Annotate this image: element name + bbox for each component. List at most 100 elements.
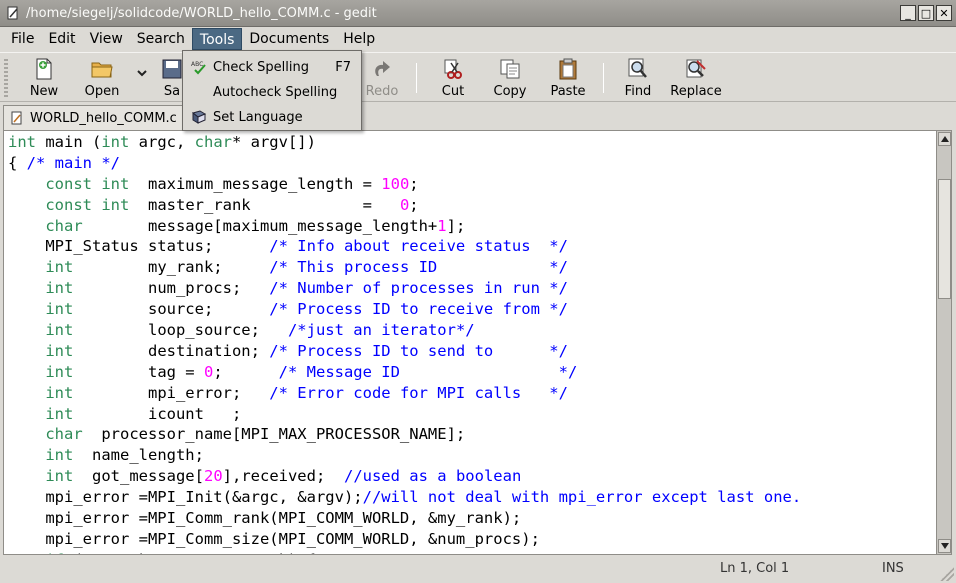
code-token: tag = — [73, 362, 204, 381]
save-button-label: Sa — [163, 84, 181, 99]
redo-button[interactable]: Redo — [364, 57, 400, 101]
replace-button[interactable]: Replace — [670, 57, 722, 101]
tab-world-hello-comm[interactable]: WORLD_hello_COMM.c — [3, 105, 188, 130]
menu-help[interactable]: Help — [336, 28, 382, 50]
code-token: num_procs; — [73, 279, 270, 298]
folder-icon — [91, 62, 113, 78]
cut-button[interactable]: Cut — [437, 57, 469, 101]
code-line: MPI_Status status; /* Info about receive… — [8, 236, 801, 257]
code-line: int got_message[20],received; //used as … — [8, 466, 801, 487]
code-token: destination; — [73, 341, 270, 360]
toolbar-grip[interactable] — [4, 59, 8, 97]
code-token: 100 — [381, 174, 410, 193]
resize-grip[interactable] — [940, 567, 954, 581]
copy-icon — [500, 59, 520, 79]
menu-item-check-spelling[interactable]: ABC Check Spelling F7 — [183, 55, 361, 79]
cut-button-label: Cut — [441, 84, 465, 99]
menu-view[interactable]: View — [83, 28, 130, 50]
scissors-icon — [444, 59, 462, 79]
chevron-down-icon — [137, 70, 147, 77]
open-button[interactable]: Open — [83, 57, 121, 101]
code-token: maximum_message_length = — [129, 174, 382, 193]
code-line: int tag = 0; /* Message ID */ — [8, 362, 801, 383]
vertical-scrollbar[interactable] — [936, 130, 952, 555]
menu-edit[interactable]: Edit — [41, 28, 82, 50]
check-spelling-label: Check Spelling — [213, 59, 309, 75]
menu-bar: File Edit View Search Tools Documents He… — [0, 27, 956, 51]
code-token: message[maximum_message_length+ — [82, 216, 438, 235]
code-token: * argv[]) — [231, 133, 316, 151]
scroll-down-button[interactable] — [938, 539, 951, 553]
code-content: int main (int argc, char* argv[]){ /* ma… — [8, 132, 801, 554]
code-line: const int maximum_message_length = 100; — [8, 174, 801, 195]
code-token: mpi_error =MPI_Comm_size(MPI_COMM_WORLD,… — [8, 529, 540, 548]
code-token: /* Process ID to send to */ — [269, 341, 568, 360]
paste-button-label: Paste — [550, 84, 586, 99]
menu-file[interactable]: File — [4, 28, 41, 50]
menu-item-autocheck-spelling[interactable]: Autocheck Spelling — [183, 80, 361, 104]
cursor-position: Ln 1, Col 1 — [720, 561, 790, 576]
scroll-up-button[interactable] — [938, 132, 951, 146]
new-button-label: New — [29, 84, 59, 99]
text-editor[interactable]: int main (int argc, char* argv[]){ /* ma… — [3, 130, 937, 555]
scrollbar-thumb[interactable] — [938, 179, 951, 299]
code-line: char processor_name[MPI_MAX_PROCESSOR_NA… — [8, 424, 801, 445]
code-token: if — [45, 551, 64, 554]
code-token: 0 — [399, 195, 410, 214]
replace-button-label: Replace — [670, 84, 722, 99]
code-line: { /* main */ — [8, 153, 801, 174]
code-line: mpi_error =MPI_Comm_size(MPI_COMM_WORLD,… — [8, 529, 801, 550]
maximize-button[interactable]: □ — [918, 5, 934, 21]
menu-tools[interactable]: Tools — [191, 28, 243, 50]
code-token: int — [45, 383, 74, 402]
code-token: //used as a boolean — [343, 467, 522, 486]
code-token: /* This process ID */ — [269, 258, 568, 277]
minimize-button[interactable]: _ — [900, 5, 916, 21]
spell-check-icon: ABC — [191, 61, 206, 75]
code-token: int — [45, 341, 74, 360]
new-document-icon — [36, 58, 52, 80]
code-token: int — [45, 279, 74, 298]
code-token: int — [101, 133, 130, 151]
new-button[interactable]: New — [26, 57, 62, 101]
gedit-app-icon — [7, 6, 18, 20]
menu-item-set-language[interactable]: Set Language — [183, 105, 361, 129]
code-token: name_length; — [73, 446, 204, 465]
tools-menu: ABC Check Spelling F7 Autocheck Spelling… — [182, 50, 362, 131]
code-token: int — [45, 258, 74, 277]
code-line: if (my_rank != master_rank) { — [8, 550, 801, 554]
title-bar: /home/siegelj/solidcode/WORLD_hello_COMM… — [0, 0, 956, 27]
copy-button-label: Copy — [493, 84, 527, 99]
toolbar-separator-2 — [603, 63, 604, 93]
redo-button-label: Redo — [365, 84, 399, 99]
code-token: { — [8, 153, 27, 172]
code-line: int my_rank; /* This process ID */ — [8, 257, 801, 278]
code-token: ; — [409, 174, 419, 193]
close-button[interactable]: ✕ — [936, 5, 952, 21]
code-token: 20 — [203, 467, 223, 486]
find-button[interactable]: Find — [622, 57, 654, 101]
find-icon — [628, 58, 647, 78]
menu-documents[interactable]: Documents — [242, 28, 336, 50]
save-button[interactable]: Sa — [160, 57, 184, 101]
code-token: /* Info about receive status */ — [269, 237, 568, 256]
code-line: int num_procs; /* Number of processes in… — [8, 278, 801, 299]
copy-button[interactable]: Copy — [492, 57, 528, 101]
tab-label: WORLD_hello_COMM.c — [30, 110, 177, 126]
code-token: /* Process ID to receive from */ — [269, 300, 568, 319]
code-token: const int — [45, 174, 130, 193]
arrow-up-icon — [940, 136, 949, 142]
menu-search-label: Search — [136, 31, 185, 47]
check-spelling-shortcut: F7 — [335, 59, 351, 75]
paste-button[interactable]: Paste — [548, 57, 588, 101]
menu-search[interactable]: Search — [130, 28, 192, 50]
code-token: mpi_error =MPI_Comm_rank(MPI_COMM_WORLD,… — [8, 509, 522, 528]
